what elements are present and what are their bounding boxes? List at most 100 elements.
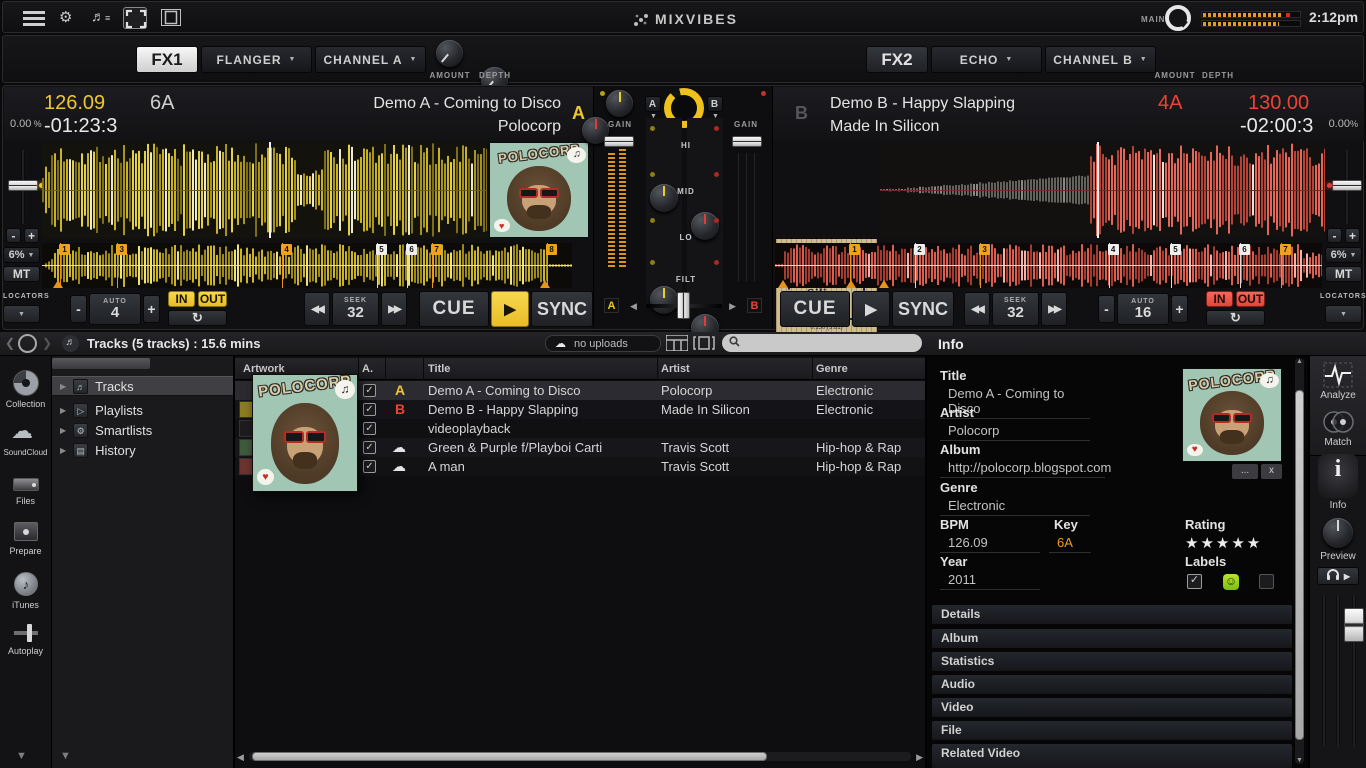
deck-a-pitch-minus-button[interactable]: - [6, 228, 21, 243]
section-related-video[interactable]: Related Video [932, 744, 1292, 768]
label-checkbox-checked[interactable]: ✓ [1187, 574, 1202, 589]
deck-b-master-tempo-button[interactable]: MT [1325, 266, 1362, 282]
nav-back-icon[interactable]: ❮ [5, 336, 15, 350]
scroll-left-icon[interactable]: ◀ [237, 752, 244, 763]
crossfader-handle[interactable] [677, 292, 690, 319]
fullscreen-icon[interactable] [123, 7, 147, 29]
deck-a-overview-waveform[interactable]: 1345678 [42, 243, 572, 288]
label-smiley-icon[interactable]: ☺ [1223, 574, 1239, 590]
deck-b-waveform[interactable] [880, 142, 1325, 238]
info-bpm-value[interactable]: 126.09 [940, 534, 1040, 553]
deck-a-master-tempo-button[interactable]: MT [3, 266, 40, 282]
gain-a-knob[interactable] [606, 90, 633, 117]
h-scroll-thumb[interactable] [252, 752, 767, 761]
menu-icon[interactable] [23, 11, 45, 26]
deck-b-loop-minus-button[interactable]: - [1098, 295, 1115, 323]
collection-icon[interactable] [13, 370, 39, 396]
table-view-icon[interactable] [666, 335, 688, 356]
analyzed-checkbox[interactable]: ✓ [363, 384, 376, 397]
fx1-channel-select[interactable]: CHANNEL A▼ [315, 46, 426, 73]
deck-a-sync-button[interactable]: SYNC [531, 291, 593, 327]
col-artist[interactable]: Artist [661, 358, 690, 380]
search-input[interactable] [744, 337, 915, 349]
prepare-icon[interactable] [14, 522, 38, 541]
monitor-fader-track[interactable] [1322, 596, 1326, 746]
deck-b-seek-forward-button[interactable]: ▶▶ [1041, 292, 1067, 326]
expand-icon[interactable]: ▶ [60, 446, 66, 455]
deck-b-play-button[interactable]: ▶ [852, 291, 890, 327]
files-icon[interactable] [13, 478, 39, 491]
expand-icon[interactable]: ▶ [60, 426, 66, 435]
info-v-scrollbar[interactable]: ▲ ▼ [1295, 358, 1304, 764]
rail-scroll-down-icon[interactable]: ▼ [16, 750, 27, 762]
match-icon[interactable] [1322, 410, 1354, 439]
deck-a-loop-in-button[interactable]: IN [168, 291, 195, 307]
analyzed-checkbox[interactable]: ✓ [363, 403, 376, 416]
nav-forward-icon[interactable]: ❯ [42, 336, 52, 350]
info-year-value[interactable]: 2011 [940, 571, 1040, 590]
analyzed-checkbox[interactable]: ✓ [363, 441, 376, 454]
deck-b-pitch-range-select[interactable]: 6%▼ [1325, 247, 1362, 263]
uploads-status-button[interactable]: ☁ no uploads [545, 335, 661, 352]
section-audio[interactable]: Audio [932, 675, 1292, 694]
expand-icon[interactable]: ▶ [60, 382, 66, 391]
deck-a-seek-length[interactable]: SEEK 32 [332, 292, 379, 326]
settings-gear-icon[interactable]: ⚙ [59, 8, 72, 26]
deck-b-pitch-minus-button[interactable]: - [1327, 228, 1342, 243]
artwork-more-button[interactable]: ... [1232, 464, 1258, 479]
eq-hi-a-knob[interactable] [650, 184, 678, 212]
fader-handle[interactable] [8, 180, 38, 191]
section-details[interactable]: Details [932, 605, 1292, 624]
deck-b-cue-button[interactable]: CUE [780, 291, 850, 327]
info-artist-value[interactable]: Polocorp [940, 422, 1090, 441]
expand-icon[interactable]: ▶ [60, 406, 66, 415]
deck-b-autoloop-button[interactable]: AUTO 16 [1117, 293, 1169, 325]
deck-b-pitch-plus-button[interactable]: + [1345, 228, 1360, 243]
analyzed-checkbox[interactable]: ✓ [363, 422, 376, 435]
tree-item-history[interactable]: ▶▤History [52, 440, 233, 460]
tree-item-playlists[interactable]: ▶▷Playlists [52, 400, 233, 420]
section-video[interactable]: Video [932, 698, 1292, 717]
section-album[interactable]: Album [932, 629, 1292, 648]
mixer-source-b-select[interactable]: B [707, 96, 723, 112]
deck-a-loop-out-button[interactable]: OUT [198, 291, 227, 307]
tree-item-smartlists[interactable]: ▶⚙Smartlists [52, 420, 233, 440]
fx2-toggle-button[interactable]: FX2 [866, 46, 928, 73]
panel-view-icon[interactable] [693, 335, 715, 356]
info-tool-selected[interactable]: i [1318, 454, 1358, 498]
volume-fader-a[interactable] [604, 136, 634, 147]
label-checkbox-empty[interactable] [1259, 574, 1274, 589]
deck-b-loop-toggle-button[interactable]: ↻ [1206, 310, 1265, 326]
monitor-fader-track[interactable] [1336, 596, 1340, 746]
col-analyzed[interactable]: A. [362, 358, 373, 380]
deck-a-loop-minus-button[interactable]: - [70, 295, 87, 323]
section-file[interactable]: File [932, 721, 1292, 740]
deck-a-pitch-fader[interactable] [6, 150, 40, 224]
deck-a-pitch-range-select[interactable]: 6%▼ [3, 247, 40, 263]
deck-a-loop-plus-button[interactable]: + [143, 295, 160, 323]
section-statistics[interactable]: Statistics [932, 652, 1292, 671]
deck-b-loop-in-button[interactable]: IN [1206, 291, 1233, 307]
scroll-down-icon[interactable]: ▼ [1296, 757, 1303, 764]
deck-a-locators-dropdown[interactable]: ▼ [3, 305, 40, 323]
crossfader-right-arrow[interactable]: ▶ [729, 301, 736, 312]
deck-a-seek-back-button[interactable]: ◀◀ [304, 292, 330, 326]
table-h-scrollbar[interactable]: ◀ ▶ [237, 750, 923, 763]
deck-a-autoloop-button[interactable]: AUTO 4 [89, 293, 141, 325]
deck-b-loop-plus-button[interactable]: + [1171, 295, 1188, 323]
video-mode-icon[interactable] [161, 9, 181, 26]
preview-knob[interactable] [1323, 518, 1353, 548]
scroll-right-icon[interactable]: ▶ [916, 752, 923, 763]
soundcloud-icon[interactable]: ☁ [11, 418, 33, 444]
col-genre[interactable]: Genre [816, 358, 848, 380]
tree-scroll-down-icon[interactable]: ▼ [60, 750, 71, 762]
scroll-up-icon[interactable]: ▲ [1296, 358, 1303, 365]
itunes-icon[interactable]: ♪ [14, 572, 38, 596]
deck-a-loop-toggle-button[interactable]: ↻ [168, 310, 227, 326]
deck-b-pitch-fader[interactable] [1330, 150, 1364, 224]
artwork-preview-overlay[interactable]: POLOCORP ♫ ♥ [252, 374, 358, 492]
v-scroll-thumb[interactable] [1295, 390, 1304, 740]
crossfader-left-arrow[interactable]: ◀ [630, 301, 637, 312]
info-album-value[interactable]: http://polocorp.blogspot.com [940, 459, 1105, 478]
fx1-amount-knob[interactable] [436, 40, 463, 67]
